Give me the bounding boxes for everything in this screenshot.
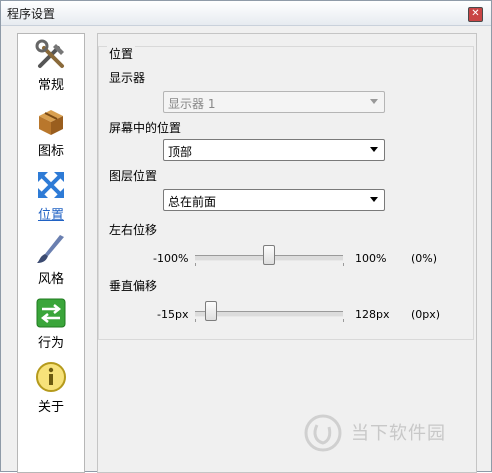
settings-window: 程序设置 ✕ 常规 图标 位置 风格 行为 关于 位置 显示器 显示器 1 屏幕… bbox=[0, 0, 492, 473]
sidebar-item-label: 风格 bbox=[37, 272, 64, 287]
watermark-text: 当下软件园 bbox=[351, 423, 446, 444]
window-title: 程序设置 bbox=[7, 7, 56, 21]
slider-tick bbox=[343, 319, 344, 322]
chevron-down-icon bbox=[370, 147, 378, 152]
sidebar-item-label: 位置 bbox=[37, 208, 64, 223]
vertical-offset-track[interactable] bbox=[195, 311, 343, 317]
horizontal-min-label: -100% bbox=[153, 252, 189, 265]
chevron-down-icon bbox=[370, 99, 378, 104]
vertical-min-label: -15px bbox=[157, 308, 189, 321]
settings-panel: 位置 显示器 显示器 1 屏幕中的位置 顶部 图层位置 总在前面 左右位移 -1… bbox=[97, 33, 477, 473]
slider-tick bbox=[195, 319, 196, 322]
sidebar-item-general[interactable]: 常规 bbox=[18, 38, 84, 98]
position-group: 位置 显示器 显示器 1 屏幕中的位置 顶部 图层位置 总在前面 左右位移 -1… bbox=[98, 45, 474, 340]
sidebar-item-position[interactable]: 位置 bbox=[18, 168, 84, 228]
info-icon bbox=[36, 362, 66, 392]
group-title: 位置 bbox=[107, 45, 136, 62]
sidebar-item-label: 图标 bbox=[37, 144, 64, 159]
move-arrows-icon bbox=[38, 172, 64, 198]
watermark-logo-icon bbox=[304, 414, 342, 452]
sidebar-item-icon[interactable]: 图标 bbox=[18, 104, 84, 164]
sidebar-item-label: 行为 bbox=[37, 336, 64, 351]
swap-arrows-icon bbox=[36, 298, 66, 328]
slider-tick bbox=[195, 263, 196, 266]
tools-icon bbox=[35, 39, 64, 68]
sidebar-item-label: 关于 bbox=[37, 400, 64, 415]
sidebar-item-label: 常规 bbox=[37, 78, 64, 93]
vertical-value-readout: (0px) bbox=[411, 308, 441, 321]
vertical-max-label: 128px bbox=[355, 308, 390, 321]
chevron-down-icon bbox=[370, 197, 378, 202]
watermark: 当下软件园 bbox=[303, 413, 473, 457]
sidebar-item-about[interactable]: 关于 bbox=[18, 360, 84, 420]
horizontal-value-readout: (0%) bbox=[411, 252, 438, 265]
title-bar: 程序设置 ✕ bbox=[1, 1, 491, 26]
close-button[interactable]: ✕ bbox=[468, 7, 483, 22]
horizontal-max-label: 100% bbox=[355, 252, 387, 265]
layer-select[interactable]: 总在前面 bbox=[163, 189, 385, 211]
layer-value: 总在前面 bbox=[168, 195, 217, 209]
package-icon bbox=[39, 110, 63, 135]
sidebar-item-style[interactable]: 风格 bbox=[18, 232, 84, 292]
screen-position-value: 顶部 bbox=[168, 145, 193, 159]
monitor-value: 显示器 1 bbox=[168, 97, 216, 111]
brush-icon bbox=[37, 235, 64, 263]
sidebar: 常规 图标 位置 风格 行为 关于 bbox=[17, 33, 85, 473]
horizontal-offset-label: 左右位移 bbox=[109, 223, 158, 237]
layer-label: 图层位置 bbox=[109, 169, 158, 183]
screen-position-select[interactable]: 顶部 bbox=[163, 139, 385, 161]
horizontal-offset-thumb[interactable] bbox=[263, 245, 275, 265]
monitor-label: 显示器 bbox=[109, 71, 146, 85]
sidebar-item-behavior[interactable]: 行为 bbox=[18, 296, 84, 356]
monitor-select[interactable]: 显示器 1 bbox=[163, 91, 385, 113]
screen-position-label: 屏幕中的位置 bbox=[109, 121, 182, 135]
vertical-offset-thumb[interactable] bbox=[204, 301, 217, 321]
vertical-offset-label: 垂直偏移 bbox=[109, 279, 158, 293]
slider-tick bbox=[343, 263, 344, 266]
